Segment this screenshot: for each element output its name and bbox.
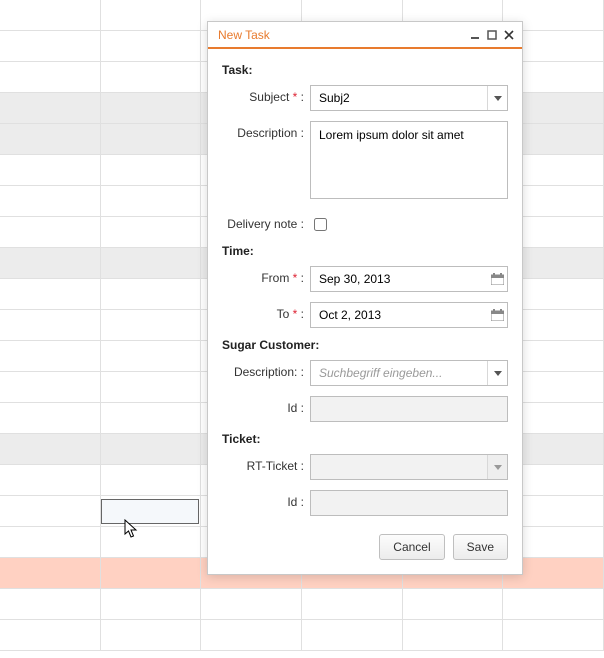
ticket-id-label: Id : — [222, 490, 310, 509]
subject-select[interactable] — [310, 85, 508, 111]
subject-label: Subject * : — [222, 85, 310, 104]
chevron-down-icon[interactable] — [487, 361, 507, 385]
maximize-button[interactable] — [485, 28, 499, 42]
sugar-id-label: Id : — [222, 396, 310, 415]
to-date-field[interactable] — [310, 302, 508, 328]
calendar-selected-cell[interactable] — [101, 499, 199, 524]
sugar-description-label: Description: : — [222, 360, 310, 379]
section-sugar-heading: Sugar Customer: — [222, 338, 508, 352]
chevron-down-icon[interactable] — [487, 455, 507, 479]
from-date-field[interactable] — [310, 266, 508, 292]
calendar-icon[interactable] — [487, 273, 507, 285]
dialog-titlebar[interactable]: New Task — [208, 22, 522, 49]
dialog-title: New Task — [218, 28, 270, 42]
delivery-note-checkbox[interactable] — [314, 218, 327, 231]
calendar-icon[interactable] — [487, 309, 507, 321]
rt-ticket-input[interactable] — [311, 455, 487, 479]
subject-select-value[interactable] — [311, 86, 487, 110]
save-button[interactable]: Save — [453, 534, 508, 560]
rt-ticket-combo[interactable] — [310, 454, 508, 480]
minimize-button[interactable] — [468, 28, 482, 42]
section-task-heading: Task: — [222, 63, 508, 77]
description-textarea[interactable] — [310, 121, 508, 199]
chevron-down-icon[interactable] — [487, 86, 507, 110]
from-label: From * : — [222, 266, 310, 285]
cancel-button[interactable]: Cancel — [379, 534, 444, 560]
sugar-description-input[interactable] — [311, 361, 487, 385]
description-label: Description : — [222, 121, 310, 140]
section-time-heading: Time: — [222, 244, 508, 258]
delivery-note-label: Delivery note : — [222, 212, 310, 231]
ticket-id-input[interactable] — [310, 490, 508, 516]
to-date-input[interactable] — [311, 308, 487, 322]
close-button[interactable] — [502, 28, 516, 42]
sugar-id-input[interactable] — [310, 396, 508, 422]
section-ticket-heading: Ticket: — [222, 432, 508, 446]
new-task-dialog: New Task Task: Subject * : — [207, 21, 523, 575]
from-date-input[interactable] — [311, 272, 487, 286]
to-label: To * : — [222, 302, 310, 321]
sugar-description-combo[interactable] — [310, 360, 508, 386]
rt-ticket-label: RT-Ticket : — [222, 454, 310, 473]
